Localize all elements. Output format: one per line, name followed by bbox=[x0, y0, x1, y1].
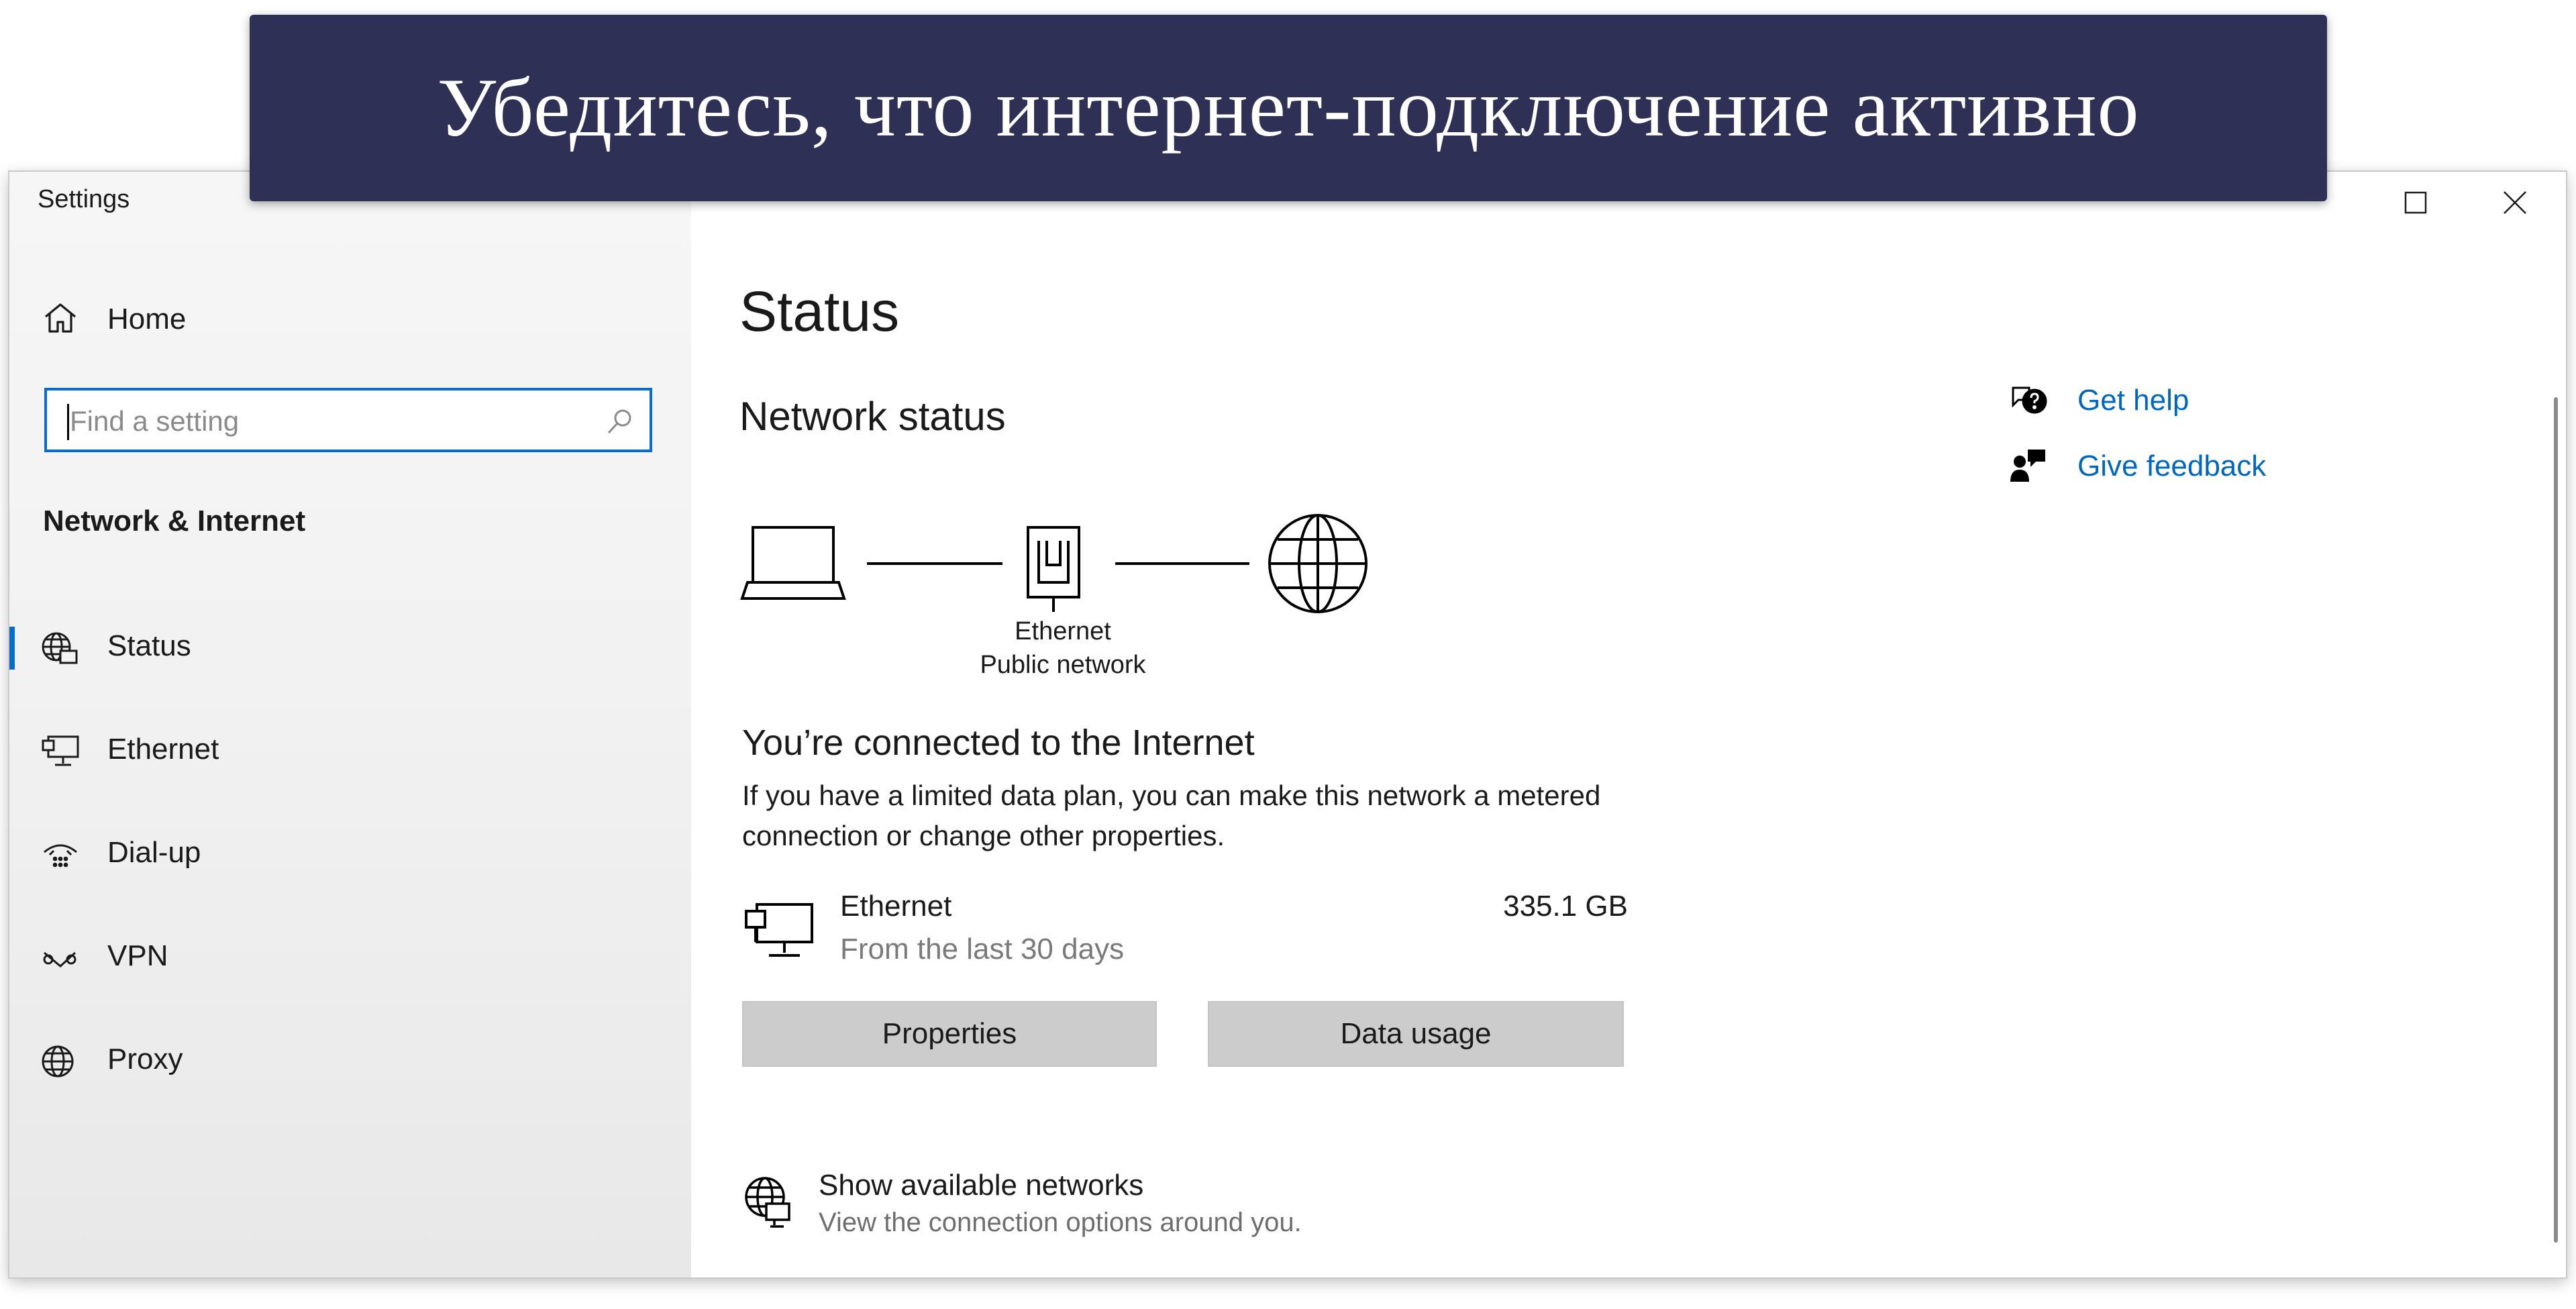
properties-button[interactable]: Properties bbox=[742, 1001, 1157, 1067]
section-title: Network & Internet bbox=[43, 505, 306, 537]
sidebar-item-proxy[interactable]: Proxy bbox=[9, 1024, 691, 1098]
globe-icon bbox=[40, 1044, 81, 1079]
sidebar-item-label: VPN bbox=[107, 939, 168, 972]
sidebar-item-ethernet[interactable]: Ethernet bbox=[9, 714, 691, 788]
scrollbar[interactable] bbox=[2554, 397, 2558, 1243]
search-input[interactable]: Find a setting bbox=[44, 388, 652, 452]
ethernet-usage-row: Ethernet From the last 30 days 335.1 GB bbox=[742, 890, 1628, 984]
show-available-networks[interactable]: Show available networks View the connect… bbox=[742, 1169, 1682, 1256]
sidebar-item-label: Dial-up bbox=[107, 836, 201, 869]
available-networks-subtitle: View the connection options around you. bbox=[819, 1208, 1302, 1237]
instruction-banner: Убедитесь, что интернет-подключение акти… bbox=[250, 15, 2327, 201]
diagram-network-type: Public network bbox=[980, 651, 1146, 679]
ethernet-port-icon bbox=[1027, 526, 1080, 612]
search-icon[interactable] bbox=[605, 407, 635, 439]
ethernet-name: Ethernet bbox=[840, 890, 952, 923]
settings-window: Settings Home Find a setting Network & I… bbox=[9, 172, 2566, 1277]
maximize-button[interactable] bbox=[2383, 184, 2448, 224]
globe-status-icon bbox=[40, 631, 81, 666]
network-globe-icon bbox=[742, 1174, 796, 1231]
sidebar-item-dialup[interactable]: Dial-up bbox=[9, 817, 691, 891]
close-button[interactable] bbox=[2483, 184, 2547, 224]
sidebar-item-status[interactable]: Status bbox=[9, 611, 691, 684]
search-placeholder: Find a setting bbox=[70, 405, 240, 437]
data-usage-button[interactable]: Data usage bbox=[1208, 1001, 1624, 1067]
sidebar-item-vpn[interactable]: VPN bbox=[9, 921, 691, 994]
selection-indicator bbox=[9, 627, 15, 670]
sidebar-item-label: Proxy bbox=[107, 1043, 183, 1076]
sidebar: Settings Home Find a setting Network & I… bbox=[9, 172, 691, 1277]
get-help-label: Get help bbox=[2077, 384, 2189, 417]
give-feedback-label: Give feedback bbox=[2077, 450, 2267, 482]
available-networks-title: Show available networks bbox=[819, 1169, 1144, 1202]
close-icon bbox=[2503, 191, 2527, 218]
network-status-heading: Network status bbox=[739, 394, 1006, 439]
sidebar-item-label: Ethernet bbox=[107, 733, 219, 766]
laptop-icon bbox=[740, 526, 846, 600]
help-chat-icon bbox=[2009, 381, 2048, 421]
window-title: Settings bbox=[38, 185, 130, 213]
ethernet-usage-amount: 335.1 GB bbox=[1503, 890, 1628, 923]
connection-description: If you have a limited data plan, you can… bbox=[742, 780, 1601, 851]
screen: Settings Home Find a setting Network & I… bbox=[0, 0, 2576, 1309]
maximize-icon bbox=[2404, 191, 2427, 217]
vpn-icon bbox=[40, 941, 81, 976]
banner-text: Убедитесь, что интернет-подключение акти… bbox=[437, 62, 2140, 154]
dialup-icon bbox=[40, 837, 81, 872]
page-title: Status bbox=[739, 280, 900, 343]
ethernet-icon bbox=[742, 899, 816, 967]
internet-globe-icon bbox=[1268, 514, 1368, 613]
ethernet-icon bbox=[40, 734, 81, 769]
diagram-adapter-name: Ethernet bbox=[1015, 617, 1111, 645]
give-feedback-link[interactable]: Give feedback bbox=[2009, 443, 2266, 490]
sidebar-item-home[interactable]: Home bbox=[43, 293, 186, 346]
get-help-link[interactable]: Get help bbox=[2009, 377, 2189, 424]
home-label: Home bbox=[107, 303, 187, 335]
home-icon bbox=[43, 301, 78, 339]
ethernet-period: From the last 30 days bbox=[840, 933, 1125, 965]
connection-status-text: You’re connected to the Internet bbox=[742, 723, 1255, 763]
sidebar-item-label: Status bbox=[107, 629, 191, 662]
feedback-icon bbox=[2009, 447, 2048, 486]
text-caret bbox=[67, 404, 69, 440]
